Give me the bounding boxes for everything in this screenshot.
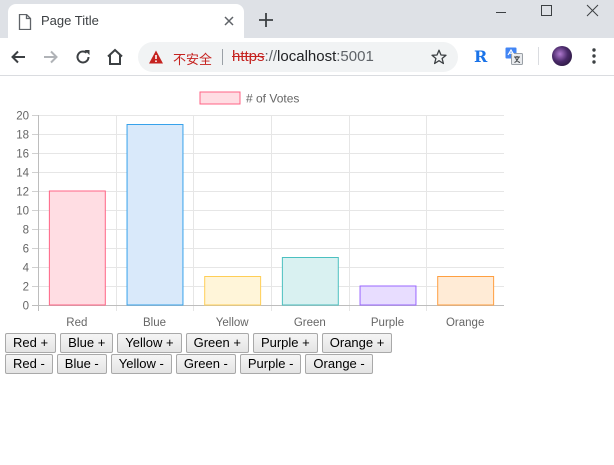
forward-arrow-icon[interactable] <box>40 47 60 67</box>
green-increment-button[interactable]: Green + <box>185 333 249 353</box>
browser-toolbar: 不安全 https://localhost:5001 R <box>0 38 614 76</box>
more-vert-icon[interactable] <box>588 47 600 65</box>
rx-extension-icon[interactable]: R <box>474 47 487 66</box>
translate-icon[interactable] <box>505 47 523 65</box>
bar-green <box>281 257 339 306</box>
increment-button-row: Red + Blue + Yellow + Green + Purple + O… <box>5 333 393 353</box>
profile-avatar[interactable] <box>552 46 572 66</box>
x-tick-label: Purple <box>371 317 404 329</box>
url-port: :5001 <box>336 48 374 65</box>
maximize-icon[interactable] <box>532 4 560 20</box>
plus-icon[interactable] <box>258 12 274 28</box>
bar-red <box>48 190 106 306</box>
url-scheme: https <box>232 48 265 65</box>
bar-yellow <box>204 276 262 306</box>
bar-purple <box>359 285 417 306</box>
purple-decrement-button[interactable]: Purple - <box>239 354 302 374</box>
y-tick-label: 16 <box>16 149 29 161</box>
omnibox-divider <box>222 49 223 65</box>
y-tick-label: 10 <box>16 206 29 218</box>
votes-bar-chart: 0 2 4 6 8 10 12 14 16 18 20 Red Blue Yellow Green Purpl… <box>16 91 504 329</box>
purple-increment-button[interactable]: Purple + <box>252 333 318 353</box>
security-label[interactable]: 不安全 <box>173 49 212 68</box>
url-host: localhost <box>277 48 337 65</box>
y-tick-label: 20 <box>16 111 29 123</box>
blue-decrement-button[interactable]: Blue - <box>56 354 107 374</box>
chart-legend[interactable]: # of Votes <box>199 91 299 106</box>
y-tick-label: 2 <box>23 282 29 294</box>
address-bar[interactable]: 不安全 https://localhost:5001 <box>138 42 458 72</box>
green-decrement-button[interactable]: Green - <box>175 354 236 374</box>
y-tick-label: 8 <box>23 225 29 237</box>
yellow-increment-button[interactable]: Yellow + <box>117 333 182 353</box>
back-arrow-icon[interactable] <box>9 47 29 67</box>
tab-strip: Page Title <box>0 0 614 38</box>
document-icon <box>18 14 32 30</box>
decrement-button-row: Red - Blue - Yellow - Green - Purple - O… <box>5 354 373 374</box>
bar-orange <box>437 276 495 306</box>
yellow-decrement-button[interactable]: Yellow - <box>110 354 172 374</box>
y-tick-label: 14 <box>16 168 29 180</box>
y-tick-label: 4 <box>23 263 30 275</box>
legend-label[interactable]: # of Votes <box>246 92 299 106</box>
y-tick-label: 6 <box>23 244 29 256</box>
home-icon[interactable] <box>105 47 125 67</box>
y-tick-label: 0 <box>23 301 29 313</box>
y-tick-label: 12 <box>16 187 29 199</box>
x-tick-label: Orange <box>446 317 484 329</box>
url-separator: :// <box>264 48 278 65</box>
minimize-icon[interactable] <box>487 4 515 20</box>
red-decrement-button[interactable]: Red - <box>5 354 53 374</box>
red-increment-button[interactable]: Red + <box>5 333 57 353</box>
chart-grid <box>38 115 504 311</box>
tab-title: Page Title <box>41 13 99 28</box>
star-icon[interactable] <box>431 49 447 65</box>
orange-increment-button[interactable]: Orange + <box>321 333 393 353</box>
browser-tab[interactable]: Page Title <box>8 4 244 38</box>
blue-increment-button[interactable]: Blue + <box>60 333 114 353</box>
bar-blue <box>126 124 184 306</box>
close-icon[interactable] <box>222 14 236 28</box>
x-tick-label: Yellow <box>216 317 250 329</box>
legend-swatch[interactable] <box>199 91 241 105</box>
x-tick-label: Blue <box>143 317 166 329</box>
y-tick-label: 18 <box>16 130 29 142</box>
window-close-icon[interactable] <box>578 4 606 20</box>
orange-decrement-button[interactable]: Orange - <box>305 354 373 374</box>
reload-icon[interactable] <box>73 47 93 67</box>
url-text[interactable]: https://localhost:5001 <box>232 48 374 65</box>
x-tick-label: Green <box>294 317 326 329</box>
toolbar-divider <box>538 47 539 65</box>
warning-icon[interactable] <box>148 49 164 65</box>
x-tick-label: Red <box>66 317 87 329</box>
